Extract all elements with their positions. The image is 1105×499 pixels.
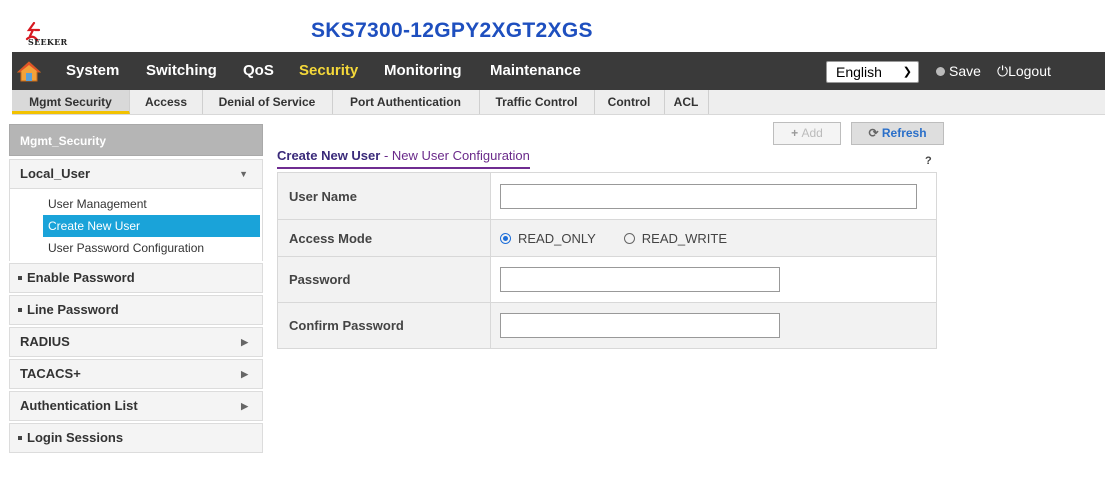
form-title: Create New User - New User Configuration <box>277 148 530 169</box>
confirm-password-label: Confirm Password <box>278 303 491 348</box>
sidebar-item-label: Enable Password <box>27 270 135 285</box>
bullet-icon <box>18 276 22 280</box>
form-row-confirm-password: Confirm Password <box>278 303 936 348</box>
radio-read-write[interactable]: READ_WRITE <box>623 230 728 246</box>
form-title-main: Create New User <box>277 148 381 163</box>
language-select[interactable]: English ❯ <box>826 61 919 83</box>
form-row-access-mode: Access Mode READ_ONLY READ_WRITE <box>278 220 936 257</box>
caret-right-icon: ▶ <box>241 401 248 411</box>
password-label: Password <box>278 257 491 302</box>
sidebar-item-enable-password[interactable]: Enable Password <box>9 263 263 293</box>
tab-control[interactable]: Control <box>594 90 665 114</box>
save-icon <box>936 67 945 76</box>
sidebar-group-radius[interactable]: RADIUS ▶ <box>9 327 263 357</box>
access-mode-label: Access Mode <box>278 220 491 256</box>
form-title-sub: New User Configuration <box>391 148 530 163</box>
nav-maintenance[interactable]: Maintenance <box>490 52 581 90</box>
refresh-button[interactable]: ⟳ Refresh <box>851 122 944 145</box>
tab-access[interactable]: Access <box>130 90 203 114</box>
sidebar-item-create-new-user[interactable]: Create New User <box>43 215 260 237</box>
seeker-logo: SEEKER <box>24 22 84 48</box>
caret-right-icon: ▶ <box>241 369 248 379</box>
nav-security[interactable]: Security <box>299 52 358 90</box>
bullet-icon <box>18 436 22 440</box>
tab-traffic-control[interactable]: Traffic Control <box>479 90 595 114</box>
sidebar-item-login-sessions[interactable]: Login Sessions <box>9 423 263 453</box>
nav-system[interactable]: System <box>66 52 119 90</box>
sidebar-item-user-password-configuration[interactable]: User Password Configuration <box>10 237 262 259</box>
tab-denial-of-service[interactable]: Denial of Service <box>202 90 333 114</box>
tab-acl[interactable]: ACL <box>664 90 709 114</box>
sidebar-item-label: RADIUS <box>20 334 70 349</box>
sidebar: Mgmt_Security Local_User ▼ User Manageme… <box>9 124 263 453</box>
radio-checked-icon <box>500 232 511 244</box>
password-input[interactable] <box>500 267 780 292</box>
tab-mgmt-security[interactable]: Mgmt Security <box>12 90 130 114</box>
sidebar-group-tacacs[interactable]: TACACS+ ▶ <box>9 359 263 389</box>
radio-read-only-label: READ_ONLY <box>518 230 596 246</box>
logout-button[interactable]: ⏻Logout <box>997 52 1051 90</box>
sidebar-group-local-user[interactable]: Local_User ▼ <box>9 159 263 189</box>
help-icon[interactable]: ? <box>925 155 932 167</box>
nav-monitoring[interactable]: Monitoring <box>384 52 461 90</box>
refresh-icon: ⟳ <box>868 126 879 140</box>
power-icon: ⏻ <box>997 63 1009 79</box>
sidebar-item-line-password[interactable]: Line Password <box>9 295 263 325</box>
language-value: English <box>836 64 882 80</box>
home-button[interactable] <box>12 52 46 90</box>
sidebar-item-label: Authentication List <box>20 398 138 413</box>
sidebar-group-label: Local_User <box>20 166 91 181</box>
home-icon <box>17 61 41 82</box>
user-name-input[interactable] <box>500 183 917 209</box>
sub-tabs: Mgmt Security Access Denial of Service P… <box>12 90 1105 115</box>
radio-read-only[interactable]: READ_ONLY <box>500 231 596 246</box>
add-button[interactable]: + Add <box>773 122 841 145</box>
chevron-down-icon: ❯ <box>902 66 912 78</box>
sidebar-item-label: TACACS+ <box>20 366 81 381</box>
caret-down-icon: ▼ <box>239 169 248 179</box>
form-row-password: Password <box>278 257 936 303</box>
caret-right-icon: ▶ <box>241 337 248 347</box>
add-label: Add <box>801 126 823 140</box>
device-model-title: SKS7300-12GPY2XGT2XGS <box>311 19 593 42</box>
logo-text: SEEKER <box>28 37 68 47</box>
form-row-user-name: User Name <box>278 173 936 220</box>
bullet-icon <box>18 308 22 312</box>
form-title-separator: - <box>380 148 392 163</box>
sidebar-item-label: Login Sessions <box>27 430 124 445</box>
sidebar-group-authentication-list[interactable]: Authentication List ▶ <box>9 391 263 421</box>
plus-icon: + <box>791 126 799 140</box>
radio-read-write-label: READ_WRITE <box>641 230 728 246</box>
sidebar-header: Mgmt_Security <box>9 124 263 156</box>
save-button[interactable]: Save <box>936 52 981 90</box>
top-navigation: System Switching QoS Security Monitoring… <box>12 52 1105 90</box>
nav-qos[interactable]: QoS <box>243 52 274 90</box>
logout-label: Logout <box>1008 63 1051 79</box>
sidebar-item-user-management[interactable]: User Management <box>10 193 262 215</box>
confirm-password-input[interactable] <box>500 313 780 338</box>
new-user-form: User Name Access Mode READ_ONLY READ_WRI… <box>277 172 937 349</box>
refresh-label: Refresh <box>881 126 927 140</box>
local-user-submenu: User Management Create New User User Pas… <box>9 189 263 261</box>
user-name-label: User Name <box>278 173 491 219</box>
radio-unchecked-icon <box>623 232 635 244</box>
sidebar-item-label: Line Password <box>27 302 119 317</box>
nav-switching[interactable]: Switching <box>146 52 217 90</box>
save-label: Save <box>949 63 981 79</box>
tab-port-authentication[interactable]: Port Authentication <box>332 90 480 114</box>
